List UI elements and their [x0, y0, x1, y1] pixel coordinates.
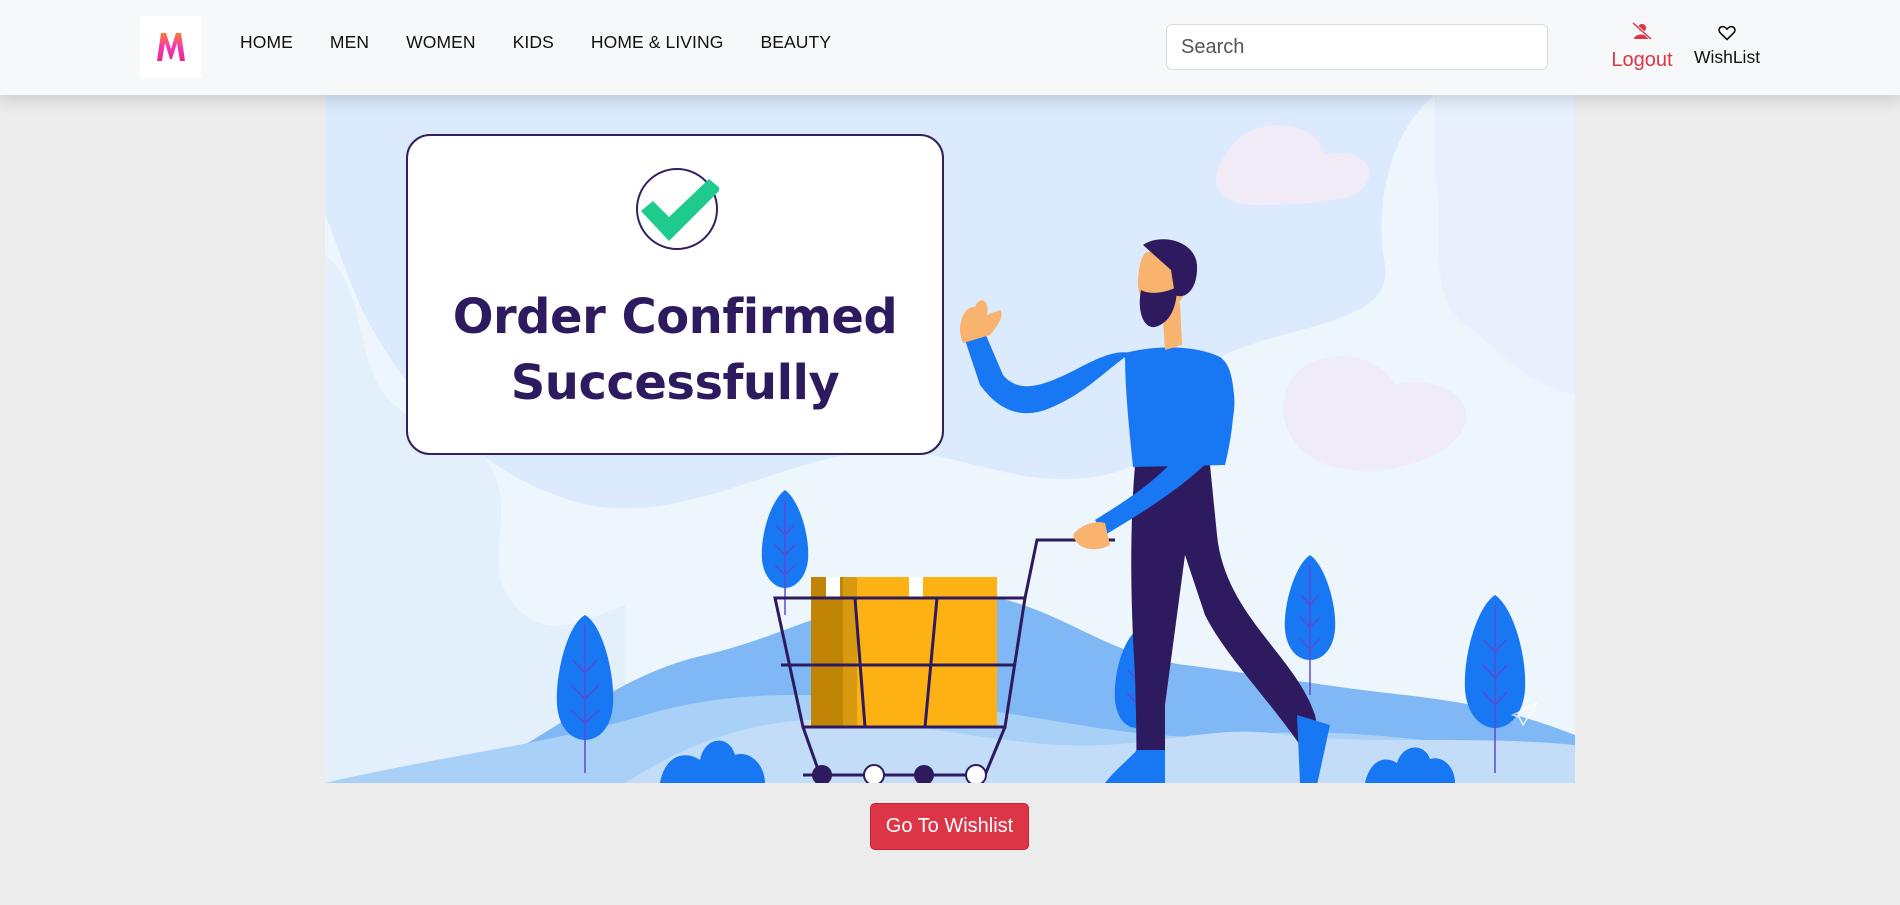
nav-women[interactable]: WOMEN	[406, 31, 476, 53]
check-circle-icon	[635, 167, 719, 251]
wishlist-label: WishList	[1693, 47, 1761, 67]
main-nav: HOME MEN WOMEN KIDS HOME & LIVING BEAUTY	[240, 31, 868, 53]
logout-label: Logout	[1611, 49, 1673, 71]
nav-men[interactable]: MEN	[330, 31, 369, 53]
order-confirmed-illustration: Order Confirmed Successfully	[325, 95, 1575, 783]
nav-home[interactable]: HOME	[240, 31, 293, 53]
nav-home-living[interactable]: HOME & LIVING	[591, 31, 724, 53]
user-slash-icon	[1632, 21, 1652, 41]
nav-beauty[interactable]: BEAUTY	[760, 31, 831, 53]
go-to-wishlist-button[interactable]: Go To Wishlist	[870, 803, 1029, 850]
nav-kids[interactable]: KIDS	[513, 31, 554, 53]
search-input[interactable]	[1166, 24, 1548, 70]
logout-button[interactable]: Logout	[1605, 21, 1679, 72]
order-confirmed-card: Order Confirmed Successfully	[406, 134, 944, 455]
heart-icon	[1718, 25, 1736, 41]
top-navbar: HOME MEN WOMEN KIDS HOME & LIVING BEAUTY…	[0, 0, 1900, 95]
order-confirmed-title: Order Confirmed Successfully	[452, 289, 898, 411]
wishlist-link[interactable]: WishList	[1690, 25, 1764, 68]
myntra-logo-icon	[157, 33, 185, 61]
brand-logo[interactable]	[140, 16, 202, 78]
